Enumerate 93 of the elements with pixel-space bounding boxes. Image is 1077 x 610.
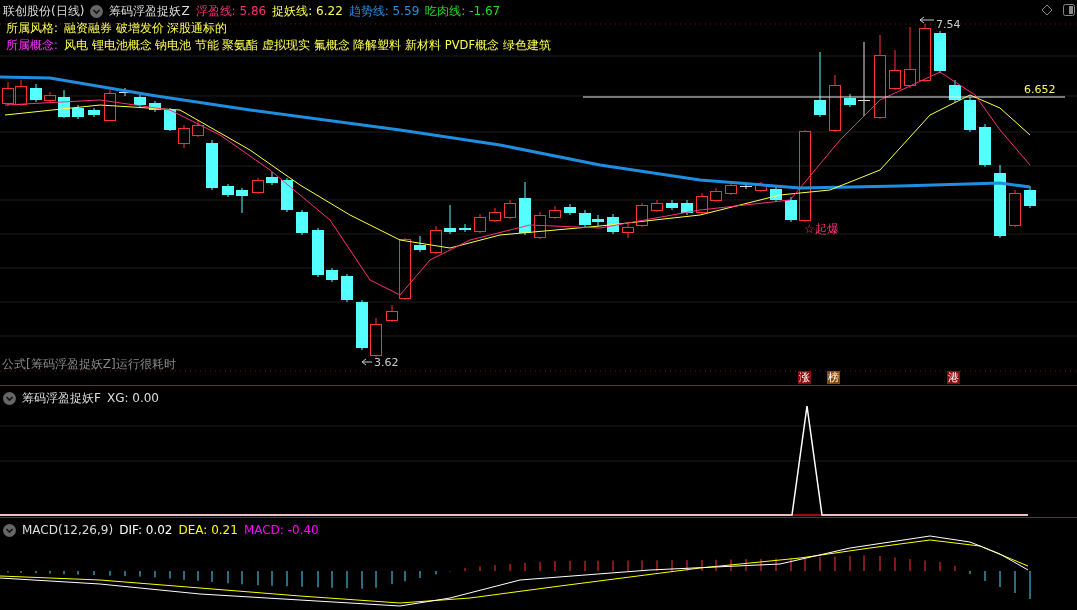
candlestick: [534, 211, 546, 240]
indicator-value: 吃肉线: -1.67: [425, 2, 501, 20]
candlestick: [149, 100, 161, 113]
candlestick: [88, 107, 100, 118]
dropdown-icon[interactable]: [3, 391, 16, 405]
candlestick: [564, 203, 576, 216]
price-level-label: 6.652: [1024, 83, 1056, 97]
candlestick: [889, 49, 901, 91]
candlestick: [844, 93, 856, 108]
candlestick: [178, 124, 190, 149]
candlestick: [444, 204, 456, 235]
style-tags: 融资融券 破增发价 深股通标的: [63, 21, 228, 36]
event-tag: 港: [947, 371, 960, 384]
concept-tags: 风电 锂电池概念 钠电池 节能 聚氨酯 虚拟现实 氟概念 降解塑料 新材料 PVDF概念 绿色建筑: [63, 38, 551, 53]
candlestick: [725, 181, 737, 196]
candlestick: [296, 209, 308, 236]
signal-label: ☆起爆: [804, 222, 839, 236]
candlestick: [504, 199, 516, 220]
event-tag: 榜: [827, 371, 840, 384]
concept-label: 所属概念:: [6, 38, 58, 53]
candlestick: [651, 199, 663, 213]
candlestick: [814, 51, 826, 118]
candlestick: [949, 79, 961, 103]
candlestick: [266, 171, 278, 186]
candlestick: [919, 23, 931, 83]
candlestick: [934, 30, 946, 74]
candlestick: [326, 267, 338, 283]
high-price-label: 7.54: [936, 18, 961, 32]
candlestick: [1009, 189, 1021, 228]
candlestick: [58, 89, 70, 119]
candlestick: [164, 107, 176, 132]
indicator-value: 捉妖线: 6.22: [272, 2, 343, 20]
candlestick: [904, 26, 916, 89]
low-price-label: 3.62: [374, 356, 399, 370]
candlestick: [2, 81, 14, 107]
candlestick: [341, 273, 353, 303]
candlestick: [222, 183, 234, 198]
event-tag: 涨: [798, 371, 811, 384]
candlestick: [785, 196, 797, 223]
candlestick: [636, 202, 648, 228]
candlestick: [622, 223, 634, 239]
indicator-value: 浮盈线: 5.86: [195, 2, 267, 20]
indicator-value: XG: 0.00: [106, 391, 159, 405]
style-label: 所属风格:: [6, 21, 58, 36]
candlestick: [681, 199, 693, 216]
indicator-value: MACD: -0.40: [243, 523, 319, 537]
indicator-name[interactable]: MACD(12,26,9): [22, 523, 114, 537]
candlestick: [134, 94, 146, 108]
pointer-arrow-icon: [361, 358, 373, 366]
candlestick: [399, 237, 411, 301]
candlestick: [489, 207, 501, 223]
candlestick: [386, 304, 398, 323]
candlestick: [459, 223, 471, 233]
diamond-icon[interactable]: [1041, 4, 1053, 16]
candlestick: [370, 317, 382, 358]
indicator-name[interactable]: 筹码浮盈捉妖Z: [109, 2, 190, 20]
candlestick: [281, 177, 293, 213]
candlestick: [252, 177, 264, 195]
dropdown-icon[interactable]: [3, 523, 16, 537]
dropdown-icon[interactable]: [90, 4, 104, 18]
candlestick: [44, 91, 56, 103]
candlestick: [549, 205, 561, 220]
candlestick: [964, 96, 976, 133]
pointer-arrow-icon: [919, 16, 935, 24]
candlestick: [696, 192, 708, 215]
candlestick: [430, 225, 442, 255]
stock-title: 联创股份(日线): [3, 2, 85, 20]
indicator-name[interactable]: 筹码浮盈捉妖F: [22, 389, 101, 407]
candlestick: [755, 181, 767, 193]
candlestick: [104, 89, 116, 122]
candlestick: [474, 213, 486, 234]
candlestick: [30, 83, 42, 103]
indicator-value: DIF: 0.02: [119, 523, 173, 537]
candlestick: [666, 199, 678, 211]
candlestick: [770, 185, 782, 203]
panel-toggle-icon[interactable]: [1063, 4, 1075, 16]
candlestick: [979, 123, 991, 168]
candlestick: [414, 235, 426, 253]
candlestick: [206, 139, 218, 191]
candlestick: [829, 74, 841, 133]
candlestick: [1024, 185, 1036, 209]
indicator-value: 趋势线: 5.59: [348, 2, 420, 20]
indicator-value: DEA: 0.21: [178, 523, 238, 537]
notice-text: 公式[筹码浮盈捉妖Z]运行很耗时: [2, 357, 176, 371]
candlestick: [312, 227, 324, 278]
candlestick: [519, 181, 531, 236]
candlestick: [192, 119, 204, 138]
candlestick: [72, 104, 84, 120]
candlestick: [356, 299, 368, 351]
candlestick: [740, 182, 752, 190]
candlestick: [236, 187, 248, 214]
candlestick: [15, 79, 27, 107]
candlestick: [710, 187, 722, 203]
